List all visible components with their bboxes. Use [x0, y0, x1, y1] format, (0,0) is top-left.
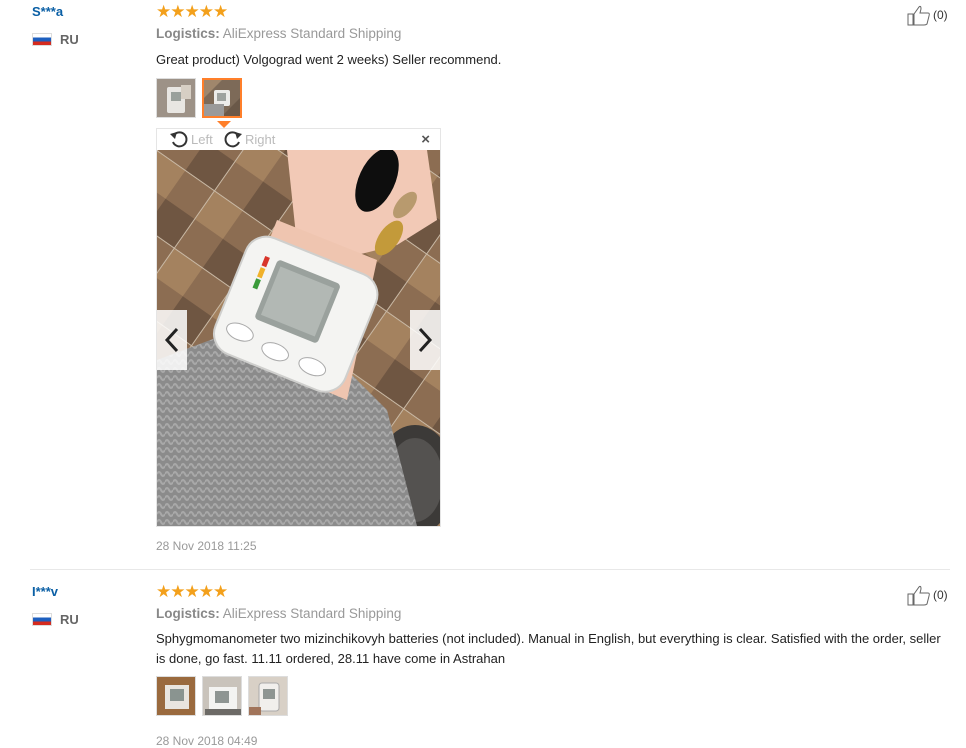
review-text: Sphygmomanometer two mizinchikovyh batte… [156, 631, 941, 666]
review-photo-large [157, 150, 440, 526]
close-icon[interactable]: × [421, 131, 430, 148]
viewer-toolbar: Left Right × [157, 129, 440, 150]
logistics-value: AliExpress Standard Shipping [222, 26, 402, 41]
review-photo-thumb[interactable] [248, 676, 288, 716]
country-code: RU [60, 32, 79, 47]
rotate-left-icon [170, 131, 188, 148]
rotate-right-label: Right [245, 131, 276, 147]
reviewer-name[interactable]: S***a [32, 4, 63, 19]
review-photo-thumb[interactable] [156, 78, 196, 118]
review-photo-thumbnails [156, 676, 288, 716]
review-date: 28 Nov 2018 04:49 [156, 734, 258, 748]
active-thumb-pointer [217, 121, 231, 128]
reviewer-country: RU [32, 32, 79, 47]
chevron-left-icon [164, 327, 179, 353]
helpful-count: (0) [933, 588, 948, 602]
review-photo-thumb[interactable] [156, 676, 196, 716]
chevron-right-icon [418, 327, 433, 353]
reviewer-country: RU [32, 612, 79, 627]
logistics-info: Logistics: AliExpress Standard Shipping [156, 26, 401, 41]
logistics-label: Logistics: [156, 606, 220, 621]
country-code: RU [60, 612, 79, 627]
helpful-button[interactable]: (0) [907, 4, 948, 26]
russia-flag-icon [32, 613, 52, 626]
review-item: S***a RU ★★★★★ Logistics: AliExpress Sta… [0, 0, 966, 569]
reviewer-name[interactable]: I***v [32, 584, 58, 599]
review-photo-thumb[interactable] [202, 676, 242, 716]
logistics-info: Logistics: AliExpress Standard Shipping [156, 606, 401, 621]
russia-flag-icon [32, 33, 52, 46]
star-rating: ★★★★★ [156, 2, 228, 21]
thumbs-up-icon [907, 5, 930, 26]
logistics-label: Logistics: [156, 26, 220, 41]
prev-photo-button[interactable] [157, 310, 187, 370]
review-text: Great product) Volgograd went 2 weeks) S… [156, 52, 502, 67]
rotate-left-button[interactable]: Left [169, 129, 213, 149]
review-date: 28 Nov 2018 11:25 [156, 539, 257, 553]
rotate-left-label: Left [191, 131, 213, 147]
review-divider [30, 569, 950, 570]
helpful-button[interactable]: (0) [907, 584, 948, 606]
review-photo-thumb-active[interactable] [202, 78, 242, 118]
photo-viewer: Left Right × [156, 128, 441, 527]
logistics-value: AliExpress Standard Shipping [222, 606, 402, 621]
review-item: I***v RU ★★★★★ Logistics: AliExpress Sta… [0, 580, 966, 748]
thumbs-up-icon [907, 585, 930, 606]
star-rating: ★★★★★ [156, 582, 228, 601]
next-photo-button[interactable] [410, 310, 440, 370]
rotate-right-icon [224, 131, 242, 148]
rotate-right-button[interactable]: Right [223, 129, 275, 149]
review-photo-thumbnails [156, 78, 242, 118]
helpful-count: (0) [933, 8, 948, 22]
